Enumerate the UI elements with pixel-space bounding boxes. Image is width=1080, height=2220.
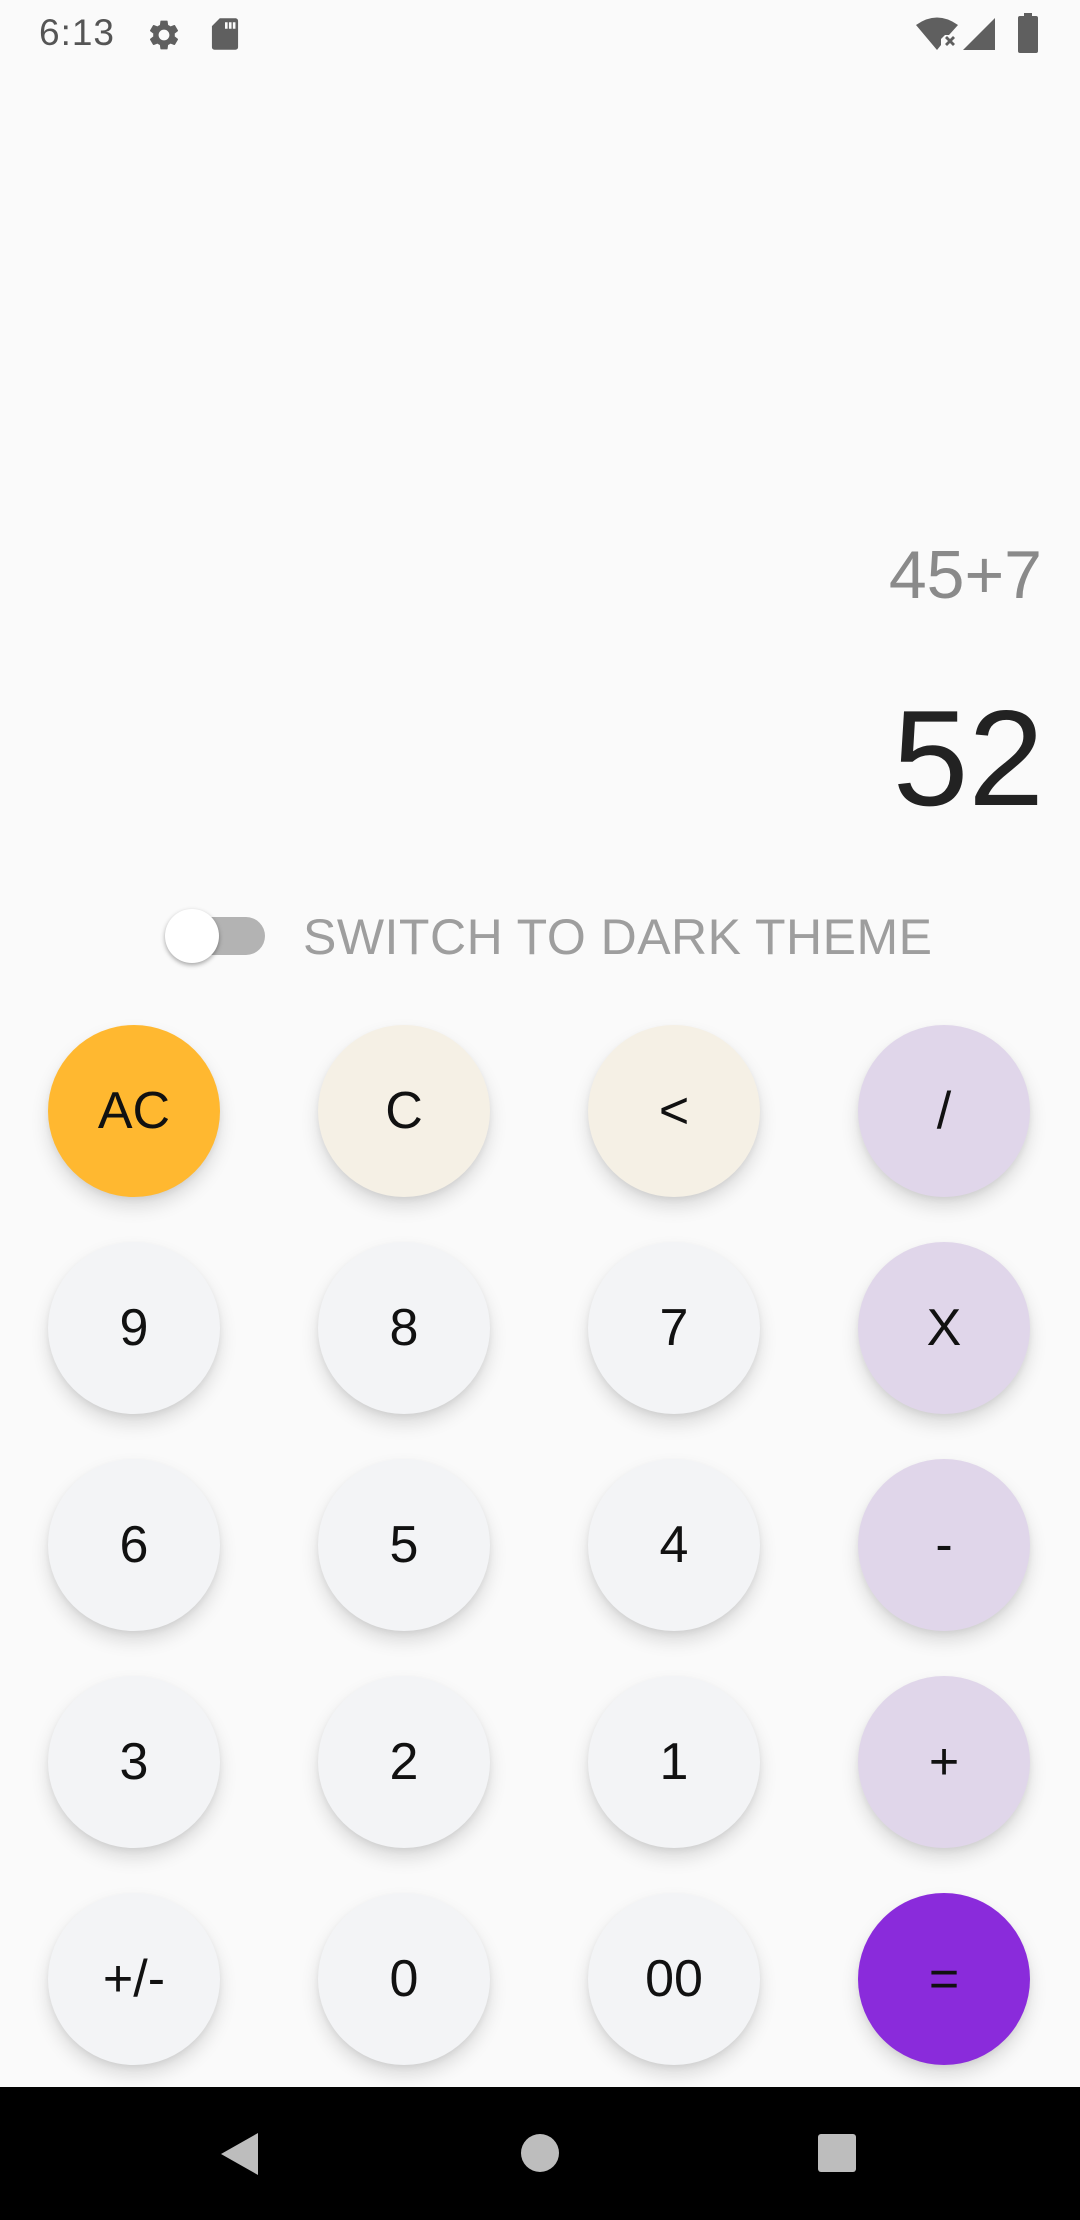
result-display: 52 — [892, 682, 1044, 834]
recents-icon[interactable] — [817, 2133, 857, 2173]
digit-7-button[interactable]: 7 — [588, 1242, 760, 1414]
calculator-screen: 6:13 45+7 52 SWITCH TO DARK THEME AC C <… — [0, 0, 1080, 2220]
battery-icon — [1018, 13, 1038, 53]
equals-button[interactable]: = — [858, 1893, 1030, 2065]
expression-display: 45+7 — [888, 537, 1042, 613]
add-button[interactable]: + — [858, 1676, 1030, 1848]
navigation-bar — [0, 2087, 1080, 2220]
cell-signal-icon — [963, 18, 995, 50]
sd-card-icon — [211, 18, 239, 50]
multiply-button[interactable]: X — [858, 1242, 1030, 1414]
status-bar: 6:13 — [0, 0, 1080, 66]
backspace-button[interactable]: < — [588, 1025, 760, 1197]
divide-button[interactable]: / — [858, 1025, 1030, 1197]
dark-theme-label: SWITCH TO DARK THEME — [303, 909, 933, 965]
back-icon[interactable] — [218, 2131, 260, 2177]
clear-button[interactable]: C — [318, 1025, 490, 1197]
subtract-button[interactable]: - — [858, 1459, 1030, 1631]
digit-0-button[interactable]: 0 — [318, 1893, 490, 2065]
digit-3-button[interactable]: 3 — [48, 1676, 220, 1848]
dark-theme-toggle[interactable]: SWITCH TO DARK THEME — [165, 900, 965, 972]
digit-5-button[interactable]: 5 — [318, 1459, 490, 1631]
settings-gear-icon — [149, 20, 179, 50]
digit-1-button[interactable]: 1 — [588, 1676, 760, 1848]
negate-button[interactable]: +/- — [48, 1893, 220, 2065]
all-clear-button[interactable]: AC — [48, 1025, 220, 1197]
home-icon[interactable] — [520, 2133, 560, 2173]
digit-2-button[interactable]: 2 — [318, 1676, 490, 1848]
digit-9-button[interactable]: 9 — [48, 1242, 220, 1414]
digit-6-button[interactable]: 6 — [48, 1459, 220, 1631]
double-zero-button[interactable]: 00 — [588, 1893, 760, 2065]
wifi-no-internet-icon — [916, 17, 958, 50]
status-time: 6:13 — [39, 12, 116, 53]
digit-4-button[interactable]: 4 — [588, 1459, 760, 1631]
switch-thumb — [165, 909, 219, 963]
digit-8-button[interactable]: 8 — [318, 1242, 490, 1414]
